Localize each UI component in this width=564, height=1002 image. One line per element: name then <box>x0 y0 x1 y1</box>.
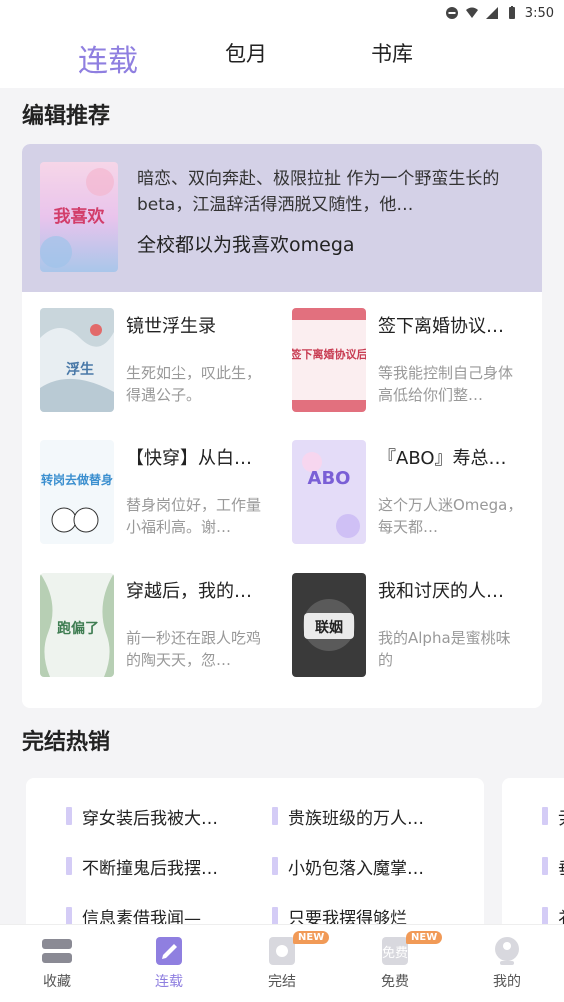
featured-description: 暗恋、双向奔赴、极限拉扯 作为一个野蛮生长的beta，江温辞活得洒脱又随性，他… <box>137 169 500 215</box>
book-title: 穿越后，我的… <box>126 581 252 602</box>
featured-title[interactable]: 全校都以为我喜欢omega <box>137 230 355 257</box>
section-title-hot: 完结热销 <box>22 730 111 755</box>
nav-item-finished[interactable]: NEW 完结 <box>237 931 330 991</box>
hot-list-item[interactable]: 只要我摆得够烂 <box>272 904 407 924</box>
section-title-editor: 编辑推荐 <box>22 104 111 129</box>
status-time: 3:50 <box>524 5 554 21</box>
new-badge: NEW <box>293 931 330 944</box>
book-item[interactable]: 签下离婚协议后 签下离婚协议… 等我能控制自己身体高低给你们整… <box>292 308 542 418</box>
svg-text:跑偏了: 跑偏了 <box>57 620 99 637</box>
nav-label: 我的 <box>493 974 521 990</box>
book-cover-image[interactable]: 跑偏了 <box>40 573 114 677</box>
book-item[interactable]: 联姻 我和讨厌的人… 我的Alpha是蜜桃味的 <box>292 573 542 683</box>
tab-monthly[interactable]: 包月 <box>225 38 267 68</box>
hot-list-item[interactable]: 礻 <box>542 904 564 924</box>
svg-text:联姻: 联姻 <box>315 619 343 636</box>
svg-text:免费: 免费 <box>382 946 408 961</box>
book-desc: 这个万人迷Omega，每天都… <box>378 496 523 536</box>
edit-book-icon <box>152 935 186 967</box>
book-title: 【快穿】从白… <box>126 448 252 469</box>
book-item[interactable]: 转岗去做替身 【快穿】从白… 替身岗位好，工作量小福利高。谢… <box>40 440 290 550</box>
hot-list-item[interactable]: 贵族班级的万人… <box>272 804 424 829</box>
nav-label: 连载 <box>155 974 183 990</box>
book-cover-image[interactable]: 联姻 <box>292 573 366 677</box>
hot-list-item[interactable]: 信息素借我闻— <box>66 904 201 924</box>
signal-icon <box>485 7 498 19</box>
free-icon: 免费 NEW <box>378 931 443 967</box>
nav-label: 免费 <box>381 974 409 990</box>
nav-item-free[interactable]: 免费 NEW 免费 <box>350 931 443 991</box>
svg-text:签下离婚协议后: 签下离婚协议后 <box>292 347 366 361</box>
nav-label: 收藏 <box>43 974 71 990</box>
dnd-icon <box>445 7 458 19</box>
book-title: 签下离婚协议… <box>378 316 504 337</box>
book-desc: 等我能控制自己身体高低给你们整… <box>378 364 514 404</box>
bookshelf-icon <box>40 935 74 967</box>
book-desc: 生死如尘，叹此生，得遇公子。 <box>126 364 262 404</box>
book-desc: 我的Alpha是蜜桃味的 <box>378 629 511 669</box>
book-item[interactable]: ABO 『ABO』寿总… 这个万人迷Omega，每天都… <box>292 440 542 550</box>
status-bar: 3:50 <box>0 0 564 26</box>
tab-library[interactable]: 书库 <box>371 38 413 68</box>
main-content[interactable]: 编辑推荐 我喜欢 暗恋、双向奔赴、极限拉扯 作为一个野蛮生长的beta，江温辞活… <box>0 88 564 924</box>
hot-list-item[interactable]: 垂 <box>542 854 564 879</box>
tab-serial[interactable]: 连载 <box>78 36 138 80</box>
book-cover-image[interactable]: 签下离婚协议后 <box>292 308 366 412</box>
featured-cover-text: 我喜欢 <box>54 206 106 227</box>
hot-list-item[interactable]: 不断撞鬼后我摆… <box>66 854 218 879</box>
nav-item-collection[interactable]: 收藏 <box>12 935 102 991</box>
battery-icon <box>508 6 515 19</box>
svg-text:转岗去做替身: 转岗去做替身 <box>41 472 113 487</box>
book-title: 镜世浮生录 <box>126 316 216 337</box>
bottom-nav: 收藏 连载 NEW 完结 免费 NEW 免费 我的 <box>0 924 564 1002</box>
book-title: 我和讨厌的人… <box>378 581 504 602</box>
book-cover-image[interactable]: 转岗去做替身 <box>40 440 114 544</box>
hot-list-item[interactable]: 尹 <box>542 804 564 829</box>
book-desc: 前一秒还在跟人吃鸡的陶天天，忽… <box>126 629 262 669</box>
nav-label: 完结 <box>268 974 296 990</box>
featured-cover-image[interactable]: 我喜欢 <box>40 162 118 272</box>
editor-recommend-card: 我喜欢 暗恋、双向奔赴、极限拉扯 作为一个野蛮生长的beta，江温辞活得洒脱又随… <box>22 144 542 708</box>
nav-item-serial[interactable]: 连载 <box>124 935 214 991</box>
book-title: 『ABO』寿总… <box>378 448 507 469</box>
wifi-icon <box>465 7 478 18</box>
finished-book-icon: NEW <box>265 931 330 967</box>
book-item[interactable]: 跑偏了 穿越后，我的… 前一秒还在跟人吃鸡的陶天天，忽… <box>40 573 290 683</box>
svg-text:ABO: ABO <box>308 468 351 489</box>
hot-list-card-next[interactable]: 尹 垂 礻 <box>502 778 564 924</box>
new-badge: NEW <box>406 931 443 944</box>
book-cover-image[interactable]: 浮生 <box>40 308 114 412</box>
svg-text:浮生: 浮生 <box>66 361 94 378</box>
hot-list-item[interactable]: 穿女装后我被大… <box>66 804 218 829</box>
profile-icon <box>490 935 524 967</box>
hot-list-card: 穿女装后我被大… 贵族班级的万人… 不断撞鬼后我摆… 小奶包落入魔掌… 信息素借… <box>26 778 484 924</box>
book-desc: 替身岗位好，工作量小福利高。谢… <box>126 496 262 536</box>
featured-book[interactable]: 我喜欢 暗恋、双向奔赴、极限拉扯 作为一个野蛮生长的beta，江温辞活得洒脱又随… <box>22 144 542 292</box>
book-cover-image[interactable]: ABO <box>292 440 366 544</box>
nav-item-profile[interactable]: 我的 <box>462 935 552 991</box>
book-item[interactable]: 浮生 镜世浮生录 生死如尘，叹此生，得遇公子。 <box>40 308 290 418</box>
hot-list-item[interactable]: 小奶包落入魔掌… <box>272 854 424 879</box>
top-tabs: 连载 包月 书库 <box>0 26 564 88</box>
